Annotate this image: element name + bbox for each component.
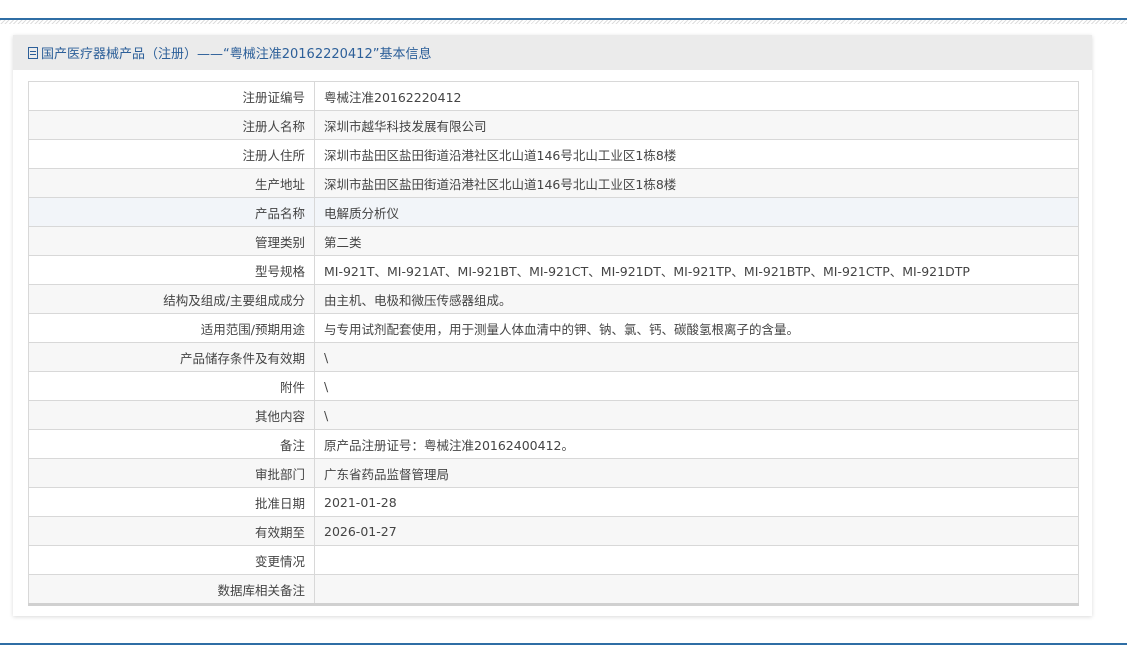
row-value: \ bbox=[314, 371, 1079, 401]
panel-header: 国产医疗器械产品（注册）——“粤械注准20162220412”基本信息 bbox=[13, 35, 1092, 70]
row-value bbox=[314, 574, 1079, 605]
row-label: 产品名称 bbox=[28, 197, 315, 227]
row-value: 深圳市盐田区盐田街道沿港社区北山道146号北山工业区1栋8楼 bbox=[314, 139, 1079, 169]
table-row: 附件 \ bbox=[28, 371, 1079, 401]
row-value: 第二类 bbox=[314, 226, 1079, 256]
table-row: 注册人住所 深圳市盐田区盐田街道沿港社区北山道146号北山工业区1栋8楼 bbox=[28, 139, 1079, 169]
table-row: 产品名称 电解质分析仪 bbox=[28, 197, 1079, 227]
row-label: 审批部门 bbox=[28, 458, 315, 488]
table-row: 数据库相关备注 bbox=[28, 574, 1079, 605]
row-value: 2026-01-27 bbox=[314, 516, 1079, 546]
hatch-band bbox=[0, 20, 1127, 24]
row-label: 数据库相关备注 bbox=[28, 574, 315, 605]
table-row: 注册人名称 深圳市越华科技发展有限公司 bbox=[28, 110, 1079, 140]
row-value: 粤械注准20162220412 bbox=[314, 81, 1079, 111]
row-value: 电解质分析仪 bbox=[314, 197, 1079, 227]
row-label: 生产地址 bbox=[28, 168, 315, 198]
row-value: 广东省药品监督管理局 bbox=[314, 458, 1079, 488]
row-value: 与专用试剂配套使用，用于测量人体血清中的钾、钠、氯、钙、碳酸氢根离子的含量。 bbox=[314, 313, 1079, 343]
row-label: 型号规格 bbox=[28, 255, 315, 285]
row-value: 深圳市盐田区盐田街道沿港社区北山道146号北山工业区1栋8楼 bbox=[314, 168, 1079, 198]
table-row: 结构及组成/主要组成成分 由主机、电极和微压传感器组成。 bbox=[28, 284, 1079, 314]
row-value: 2021-01-28 bbox=[314, 487, 1079, 517]
row-label: 有效期至 bbox=[28, 516, 315, 546]
row-label: 管理类别 bbox=[28, 226, 315, 256]
row-label: 附件 bbox=[28, 371, 315, 401]
detail-panel: 国产医疗器械产品（注册）——“粤械注准20162220412”基本信息 注册证编… bbox=[13, 35, 1092, 616]
info-table: 注册证编号 粤械注准20162220412 注册人名称 深圳市越华科技发展有限公司 注册… bbox=[28, 81, 1079, 606]
row-label: 适用范围/预期用途 bbox=[28, 313, 315, 343]
table-row: 备注 原产品注册证号：粤械注准20162400412。 bbox=[28, 429, 1079, 459]
bottom-divider bbox=[0, 643, 1127, 645]
table-row: 审批部门 广东省药品监督管理局 bbox=[28, 458, 1079, 488]
row-label: 结构及组成/主要组成成分 bbox=[28, 284, 315, 314]
row-label: 批准日期 bbox=[28, 487, 315, 517]
row-value: \ bbox=[314, 342, 1079, 372]
table-row: 生产地址 深圳市盐田区盐田街道沿港社区北山道146号北山工业区1栋8楼 bbox=[28, 168, 1079, 198]
table-row: 批准日期 2021-01-28 bbox=[28, 487, 1079, 517]
row-label: 备注 bbox=[28, 429, 315, 459]
table-row: 其他内容 \ bbox=[28, 400, 1079, 430]
row-label: 注册人名称 bbox=[28, 110, 315, 140]
row-value: 原产品注册证号：粤械注准20162400412。 bbox=[314, 429, 1079, 459]
row-label: 其他内容 bbox=[28, 400, 315, 430]
row-value bbox=[314, 545, 1079, 575]
row-value: \ bbox=[314, 400, 1079, 430]
row-label: 产品储存条件及有效期 bbox=[28, 342, 315, 372]
row-label: 注册人住所 bbox=[28, 139, 315, 169]
table-row: 适用范围/预期用途 与专用试剂配套使用，用于测量人体血清中的钾、钠、氯、钙、碳酸氢… bbox=[28, 313, 1079, 343]
row-label: 变更情况 bbox=[28, 545, 315, 575]
table-row: 型号规格 MI-921T、MI-921AT、MI-921BT、MI-921CT、M… bbox=[28, 255, 1079, 285]
table-row: 注册证编号 粤械注准20162220412 bbox=[28, 81, 1079, 111]
row-value: 深圳市越华科技发展有限公司 bbox=[314, 110, 1079, 140]
row-value: MI-921T、MI-921AT、MI-921BT、MI-921CT、MI-92… bbox=[314, 255, 1079, 285]
table-row: 变更情况 bbox=[28, 545, 1079, 575]
panel-title: 国产医疗器械产品（注册）——“粤械注准20162220412”基本信息 bbox=[41, 47, 432, 62]
table-row: 有效期至 2026-01-27 bbox=[28, 516, 1079, 546]
document-icon bbox=[28, 46, 38, 59]
row-label: 注册证编号 bbox=[28, 81, 315, 111]
table-row: 管理类别 第二类 bbox=[28, 226, 1079, 256]
row-value: 由主机、电极和微压传感器组成。 bbox=[314, 284, 1079, 314]
table-row: 产品储存条件及有效期 \ bbox=[28, 342, 1079, 372]
